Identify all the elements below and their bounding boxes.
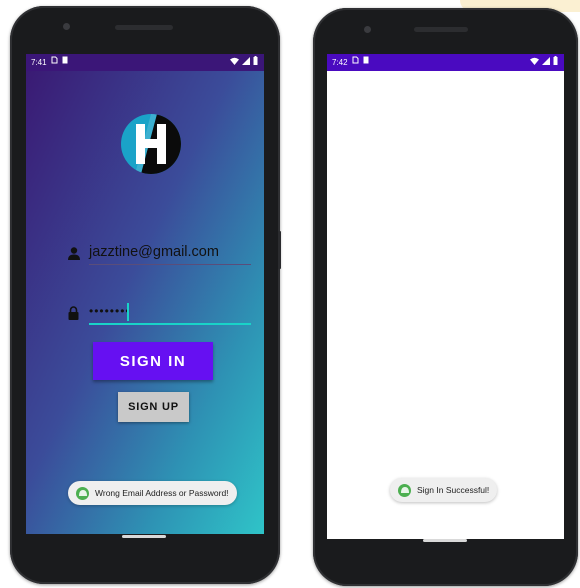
status-time: 7:42 [332, 58, 348, 67]
email-input[interactable]: jazztine@gmail.com [89, 244, 219, 260]
app-logo: H [121, 114, 181, 174]
power-button[interactable] [278, 231, 281, 269]
status-bar: 7:42 [327, 54, 564, 71]
front-camera [364, 26, 371, 33]
toast-message: Sign In Successful! [417, 485, 490, 495]
phone-frame-left: 7:41 jazztine@gmail.com •••••••• SIGN IN… [10, 6, 281, 584]
earpiece-speaker [115, 25, 173, 30]
earpiece-speaker [414, 27, 468, 32]
email-underline [89, 264, 251, 265]
status-bar: 7:41 [26, 54, 264, 71]
storage-icon [363, 54, 369, 71]
home-gesture-bar[interactable] [122, 535, 166, 538]
sim-icon [51, 54, 58, 71]
error-toast: Wrong Email Address or Password! [68, 481, 237, 505]
battery-icon [553, 54, 558, 71]
login-screen: 7:41 jazztine@gmail.com •••••••• SIGN IN… [26, 54, 264, 534]
person-icon [68, 247, 80, 265]
battery-icon [253, 54, 258, 71]
signal-icon [542, 54, 550, 71]
storage-icon [62, 54, 68, 71]
sign-in-button[interactable]: SIGN IN [93, 342, 213, 380]
success-toast: Sign In Successful! [390, 478, 498, 502]
android-icon [76, 486, 89, 500]
wifi-icon [230, 54, 239, 71]
wifi-icon [530, 54, 539, 71]
phone-frame-right: 7:42 Sign In Successful! [313, 8, 578, 586]
text-cursor [127, 303, 129, 321]
front-camera [63, 23, 70, 30]
sign-up-button[interactable]: SIGN UP [118, 392, 189, 422]
signal-icon [242, 54, 250, 71]
password-underline [89, 323, 251, 325]
lock-icon [68, 306, 79, 325]
status-time: 7:41 [31, 58, 47, 67]
home-screen: 7:42 Sign In Successful! [327, 54, 564, 539]
toast-message: Wrong Email Address or Password! [95, 488, 229, 498]
sim-icon [352, 54, 359, 71]
password-input[interactable]: •••••••• [89, 304, 131, 318]
home-gesture-bar[interactable] [423, 539, 467, 542]
android-icon [398, 483, 411, 497]
